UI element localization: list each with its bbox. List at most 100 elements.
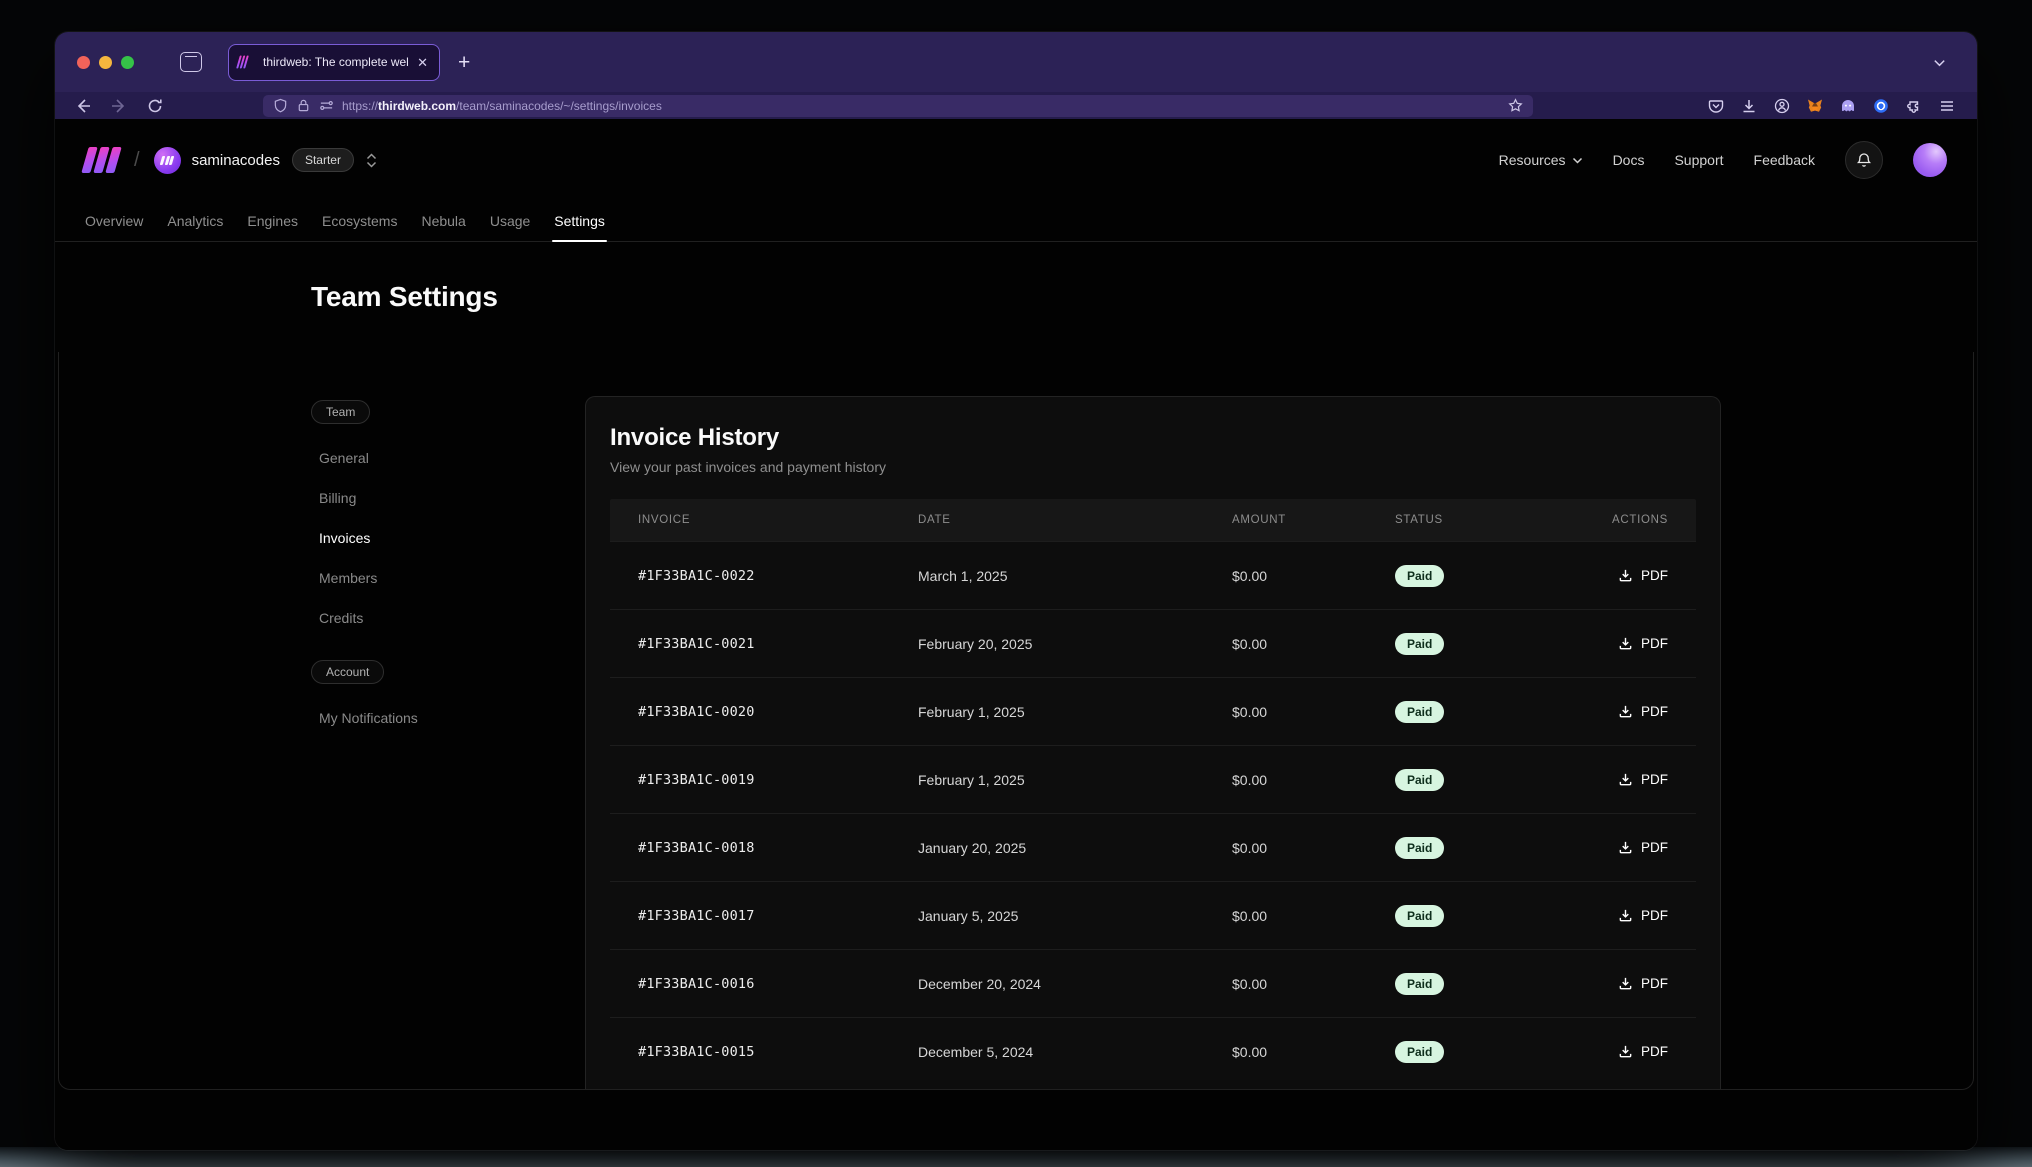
invoice-actions: PDF [1538, 840, 1668, 855]
col-date: DATE [918, 514, 1232, 526]
invoice-amount: $0.00 [1232, 976, 1395, 992]
pdf-label: PDF [1641, 1044, 1668, 1059]
onepassword-icon[interactable] [1873, 98, 1889, 114]
url-bar[interactable]: https://thirdweb.com/team/saminacodes/~/… [263, 95, 1533, 117]
bookmark-star-icon[interactable] [1508, 98, 1523, 113]
tab-title: thirdweb: The complete web3 d [263, 55, 408, 69]
url-path: /team/saminacodes/~/settings/invoices [456, 99, 662, 113]
download-pdf-button[interactable]: PDF [1618, 636, 1668, 651]
sidebar-item[interactable]: Members [311, 558, 551, 598]
invoice-amount: $0.00 [1232, 908, 1395, 924]
forward-button[interactable] [111, 98, 127, 114]
extensions-puzzle-icon[interactable] [1906, 98, 1922, 114]
invoice-table-row: #1F33BA1C-0022 March 1, 2025 $0.00 Paid … [610, 541, 1696, 609]
url-domain: thirdweb.com [378, 99, 456, 113]
invoice-status: Paid [1395, 769, 1538, 791]
notifications-bell-button[interactable] [1845, 141, 1883, 179]
close-window-button[interactable] [77, 56, 90, 69]
permissions-switch-icon[interactable] [319, 98, 334, 113]
browser-window: thirdweb: The complete web3 d ✕ + [55, 32, 1977, 1150]
metamask-icon[interactable] [1807, 98, 1823, 114]
toolbar-extension-area [1708, 98, 1955, 114]
account-section-badge: Account [311, 660, 384, 684]
connection-lock-icon[interactable] [296, 98, 311, 113]
dashboard-tab[interactable]: Settings [542, 203, 617, 241]
sidebar-item[interactable]: Billing [311, 478, 551, 518]
feedback-link[interactable]: Feedback [1754, 152, 1815, 168]
pdf-label: PDF [1641, 704, 1668, 719]
invoice-status: Paid [1395, 1041, 1538, 1063]
invoice-date: March 1, 2025 [918, 568, 1232, 584]
pdf-label: PDF [1641, 636, 1668, 651]
settings-content-shell: Team General Billing Invoices Members Cr… [58, 352, 1974, 1090]
minimize-window-button[interactable] [99, 56, 112, 69]
download-pdf-button[interactable]: PDF [1618, 840, 1668, 855]
download-pdf-button[interactable]: PDF [1618, 704, 1668, 719]
thirdweb-favicon-icon [238, 56, 247, 69]
invoice-table-row: #1F33BA1C-0021 February 20, 2025 $0.00 P… [610, 609, 1696, 677]
plan-badge: Starter [292, 148, 354, 172]
download-icon [1618, 976, 1633, 991]
team-switcher-chevrons-icon[interactable] [366, 153, 377, 168]
support-link[interactable]: Support [1674, 152, 1723, 168]
dashboard-tab[interactable]: Analytics [155, 203, 235, 241]
menu-icon[interactable] [1939, 98, 1955, 114]
back-button[interactable] [75, 98, 91, 114]
resources-menu[interactable]: Resources [1499, 152, 1583, 168]
invoice-number: #1F33BA1C-0016 [638, 976, 918, 992]
sidebar-item[interactable]: Credits [311, 598, 551, 638]
status-badge: Paid [1395, 837, 1444, 859]
thirdweb-logo[interactable] [85, 147, 118, 173]
sidebar-item[interactable]: My Notifications [311, 698, 551, 738]
dashboard-tab[interactable]: Overview [73, 203, 155, 241]
download-pdf-button[interactable]: PDF [1618, 908, 1668, 923]
page-title: Team Settings [311, 281, 1721, 313]
url-text: https://thirdweb.com/team/saminacodes/~/… [342, 99, 1500, 113]
invoice-table: INVOICE DATE AMOUNT STATUS ACTIONS #1F33… [610, 499, 1696, 1085]
list-all-tabs-icon[interactable] [1932, 55, 1947, 70]
active-browser-tab[interactable]: thirdweb: The complete web3 d ✕ [228, 44, 440, 81]
sidebar-item[interactable]: Invoices [311, 518, 551, 558]
team-avatar[interactable] [154, 147, 181, 174]
invoice-table-header: INVOICE DATE AMOUNT STATUS ACTIONS [610, 499, 1696, 541]
browser-toolbar: https://thirdweb.com/team/saminacodes/~/… [55, 92, 1977, 119]
download-icon [1618, 840, 1633, 855]
col-status: STATUS [1395, 514, 1538, 526]
download-pdf-button[interactable]: PDF [1618, 976, 1668, 991]
invoice-amount: $0.00 [1232, 704, 1395, 720]
download-pdf-button[interactable]: PDF [1618, 772, 1668, 787]
dashboard-tab[interactable]: Nebula [409, 203, 477, 241]
resources-label: Resources [1499, 152, 1566, 168]
invoice-amount: $0.00 [1232, 772, 1395, 788]
invoice-number: #1F33BA1C-0022 [638, 568, 918, 584]
invoice-table-row: #1F33BA1C-0018 January 20, 2025 $0.00 Pa… [610, 813, 1696, 881]
download-pdf-button[interactable]: PDF [1618, 1044, 1668, 1059]
dashboard-tab[interactable]: Engines [235, 203, 310, 241]
col-amount: AMOUNT [1232, 514, 1395, 526]
invoice-amount: $0.00 [1232, 1044, 1395, 1060]
download-pdf-button[interactable]: PDF [1618, 568, 1668, 583]
user-avatar[interactable] [1913, 143, 1947, 177]
download-icon [1618, 908, 1633, 923]
invoice-status: Paid [1395, 973, 1538, 995]
dashboard-tab[interactable]: Usage [478, 203, 542, 241]
firefox-view-icon[interactable] [180, 52, 202, 72]
status-badge: Paid [1395, 633, 1444, 655]
phantom-icon[interactable] [1840, 98, 1856, 114]
account-icon[interactable] [1774, 98, 1790, 114]
invoice-date: January 5, 2025 [918, 908, 1232, 924]
col-invoice: INVOICE [638, 514, 918, 526]
team-name[interactable]: saminacodes [192, 152, 280, 169]
tracking-protection-shield-icon[interactable] [273, 98, 288, 113]
sidebar-item[interactable]: General [311, 438, 551, 478]
docs-link[interactable]: Docs [1613, 152, 1645, 168]
new-tab-button[interactable]: + [458, 52, 470, 73]
reload-button[interactable] [147, 98, 163, 114]
tab-close-icon[interactable]: ✕ [415, 54, 430, 71]
downloads-icon[interactable] [1741, 98, 1757, 114]
invoice-date: February 20, 2025 [918, 636, 1232, 652]
dashboard-tab[interactable]: Ecosystems [310, 203, 409, 241]
invoice-number: #1F33BA1C-0019 [638, 772, 918, 788]
zoom-window-button[interactable] [121, 56, 134, 69]
pocket-icon[interactable] [1708, 98, 1724, 114]
